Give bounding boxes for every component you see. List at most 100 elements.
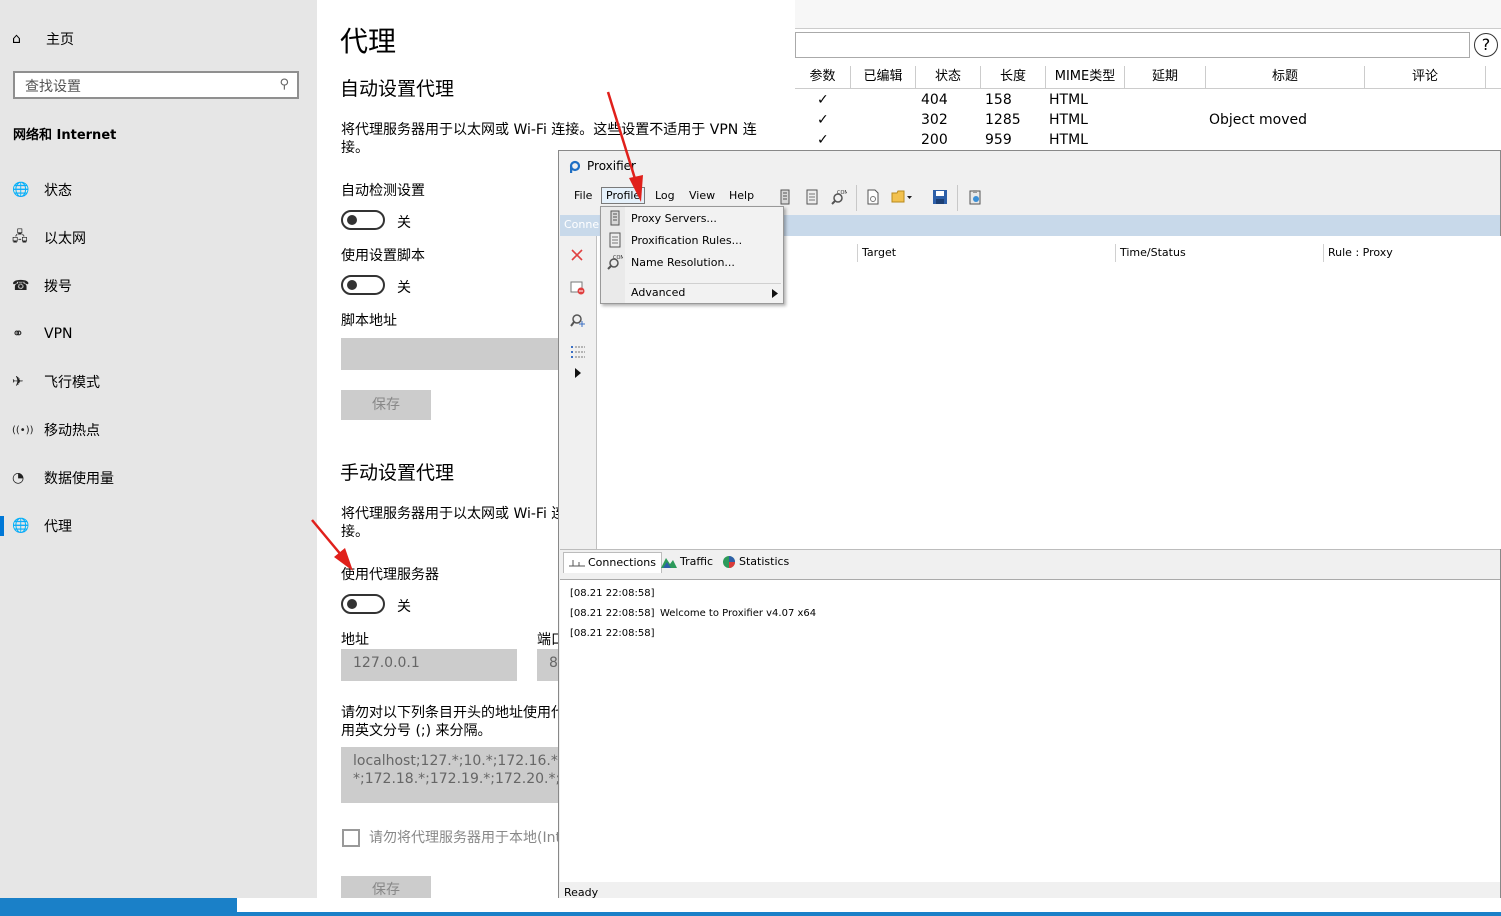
col-header-param[interactable]: 参数 (795, 66, 851, 88)
col-header-status[interactable]: 状态 (916, 66, 981, 88)
header-divider (795, 88, 1501, 89)
table-row[interactable]: ✓ 404 158 HTML (795, 90, 1501, 110)
auto-detect-toggle[interactable] (341, 210, 385, 230)
col-header-mime[interactable]: MIME类型 (1046, 66, 1125, 88)
remove-list-icon[interactable] (570, 280, 586, 296)
address-value: 127.0.0.1 (353, 655, 420, 671)
sidebar-item-status[interactable]: 🌐 状态 (12, 178, 302, 202)
sidebar-item-label: 数据使用量 (44, 471, 114, 487)
sidebar-item-hotspot[interactable]: ((•)) 移动热点 (12, 418, 302, 442)
sidebar-home[interactable]: ⌂ 主页 (12, 28, 74, 50)
save-script-button[interactable]: 保存 (341, 390, 431, 420)
log-message: Welcome to Proxifier v4.07 x64 (660, 608, 817, 619)
proxy-servers-icon (610, 210, 620, 226)
sidebar-item-proxy[interactable]: 🌐 代理 (0, 514, 302, 538)
help-icon[interactable]: ? (1474, 33, 1498, 57)
menu-item-proxy-servers[interactable]: Proxy Servers... (631, 212, 717, 225)
local-bypass-checkbox[interactable] (342, 829, 360, 847)
col-header-edited[interactable]: 已编辑 (851, 66, 916, 88)
list-view-icon[interactable] (570, 344, 586, 360)
exclusion-line-1: localhost;127.*;10.*;172.16.*;172.1 (353, 753, 561, 769)
cell-status: 200 (921, 132, 948, 148)
local-bypass-label: 请勿将代理服务器用于本地(Int (369, 830, 561, 846)
sidebar-item-dialup[interactable]: ☎ 拨号 (12, 274, 302, 298)
auto-detect-state: 关 (397, 215, 411, 231)
table-row[interactable]: ✓ 200 959 HTML (795, 130, 1501, 150)
clipboard-icon[interactable] (967, 189, 983, 205)
tab-statistics[interactable]: Statistics (717, 552, 794, 572)
proxy-servers-icon[interactable] (777, 189, 793, 205)
home-icon: ⌂ (12, 31, 21, 47)
title-bar: Proxifier (569, 159, 636, 173)
open-profile-icon[interactable] (891, 189, 913, 205)
menu-file[interactable]: File (574, 189, 592, 202)
name-resolution-icon[interactable]: COM (831, 189, 847, 205)
expand-arrow-icon[interactable] (574, 368, 582, 378)
log-time: [08.21 22:08:58] (570, 608, 655, 619)
cell-title: Object moved (1209, 112, 1308, 128)
col-header-extension[interactable]: 延期 (1125, 66, 1206, 88)
http-history-window: ? 参数 已编辑 状态 长度 MIME类型 延期 标题 评论 ✓ 404 158… (795, 0, 1501, 150)
use-script-toggle[interactable] (341, 275, 385, 295)
new-profile-icon[interactable] (865, 189, 881, 205)
settings-search-input[interactable]: 查找设置 ⚲ (13, 71, 299, 99)
hotspot-icon: ((•)) (12, 424, 34, 436)
cell-mime: HTML (1049, 132, 1088, 148)
col-header-comment[interactable]: 评论 (1365, 66, 1486, 88)
globe-icon: 🌐 (12, 182, 30, 198)
sidebar-item-vpn[interactable]: ⚭ VPN (12, 322, 302, 346)
proxifier-logo-icon (569, 160, 580, 173)
manual-proxy-desc-2: 接。 (341, 524, 369, 540)
page-title: 代理 (340, 25, 397, 58)
filter-input[interactable] (795, 32, 1470, 58)
menu-item-proxification-rules[interactable]: Proxification Rules... (631, 234, 742, 247)
log-pane: [08.21 22:08:58] [08.21 22:08:58] Welcom… (560, 579, 1500, 882)
sidebar-item-label: 代理 (44, 519, 72, 535)
menu-profile[interactable]: Profile (601, 187, 646, 204)
tab-traffic[interactable]: Traffic (656, 552, 718, 572)
sidebar-item-ethernet[interactable]: 🖧 以太网 (12, 226, 302, 250)
svg-text:COM: COM (837, 190, 847, 196)
save-manual-button[interactable]: 保存 (341, 876, 431, 898)
log-time: [08.21 22:08:58] (570, 588, 655, 599)
cell-mime: HTML (1049, 92, 1088, 108)
statistics-pie-icon (723, 556, 735, 568)
close-connection-icon[interactable] (570, 248, 584, 262)
bg-toolbar (795, 0, 1501, 29)
col-rule-proxy[interactable]: Rule : Proxy (1323, 244, 1498, 262)
tab-label: Connections (588, 556, 656, 569)
menu-log[interactable]: Log (655, 189, 675, 202)
menu-help[interactable]: Help (729, 189, 754, 202)
log-time: [08.21 22:08:58] (570, 628, 655, 639)
sidebar-item-data-usage[interactable]: ◔ 数据使用量 (12, 466, 302, 490)
tab-connections[interactable]: Connections (563, 552, 662, 573)
col-header-title[interactable]: 标题 (1206, 66, 1365, 88)
use-proxy-state: 关 (397, 599, 411, 615)
vpn-icon: ⚭ (12, 326, 24, 342)
save-profile-icon[interactable] (932, 189, 948, 205)
sidebar-home-label: 主页 (46, 32, 74, 48)
script-address-input[interactable] (341, 338, 571, 370)
menu-item-advanced[interactable]: Advanced (631, 286, 685, 299)
auto-proxy-desc-1: 将代理服务器用于以太网或 Wi-Fi 连接。这些设置不适用于 VPN 连 (341, 122, 757, 138)
col-target[interactable]: Target (857, 244, 1112, 262)
search-icon: ⚲ (279, 77, 289, 92)
manual-proxy-desc-1: 将代理服务器用于以太网或 Wi-Fi 连 (341, 506, 566, 522)
sidebar-item-label: VPN (44, 326, 73, 342)
sidebar-item-airplane[interactable]: ✈ 飞行模式 (12, 370, 302, 394)
rules-icon (609, 232, 621, 248)
tab-label: Traffic (680, 555, 714, 568)
search-placeholder: 查找设置 (25, 79, 81, 95)
sidebar-section-title: 网络和 Internet (13, 128, 117, 143)
use-proxy-toggle[interactable] (341, 594, 385, 614)
menu-view[interactable]: View (689, 189, 715, 202)
find-icon[interactable] (570, 312, 586, 328)
address-input[interactable]: 127.0.0.1 (341, 649, 517, 681)
exclusion-textarea[interactable]: localhost;127.*;10.*;172.16.*;172.1 *;17… (341, 747, 561, 803)
rules-icon[interactable] (804, 189, 820, 205)
strip-label: Conne (564, 218, 600, 231)
menu-item-name-resolution[interactable]: Name Resolution... (631, 256, 735, 269)
table-row[interactable]: ✓ 302 1285 HTML Object moved (795, 110, 1501, 130)
col-header-length[interactable]: 长度 (981, 66, 1046, 88)
col-time-status[interactable]: Time/Status (1115, 244, 1320, 262)
